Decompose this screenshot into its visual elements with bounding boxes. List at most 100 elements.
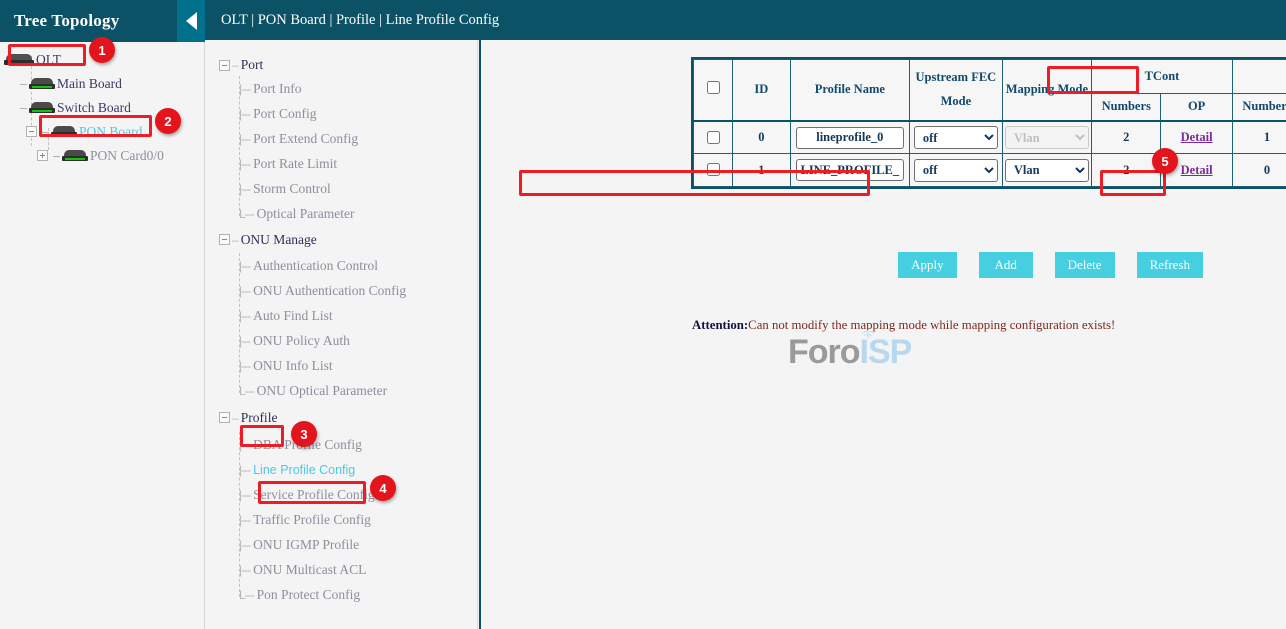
action-button-bar: Apply Add Delete Refresh [691, 252, 1286, 278]
refresh-button[interactable]: Refresh [1137, 252, 1203, 278]
collapse-expander-icon[interactable] [219, 60, 230, 71]
col-header-gem-numbers: Numbers [1232, 94, 1286, 121]
tree-connector: |--- [239, 132, 250, 146]
attention-text: Can not modify the mapping mode while ma… [748, 318, 1115, 332]
collapse-expander-icon[interactable] [219, 412, 230, 423]
nav-item-onu-authentication-config[interactable]: |--- ONU Authentication Config [219, 278, 481, 303]
line-profile-table-wrapper: ID Profile Name Upstream FEC Mode Mappin… [691, 57, 1286, 205]
select-all-checkbox[interactable] [707, 81, 720, 94]
nav-item-line-profile-config[interactable]: |--- Line Profile Config [219, 457, 481, 482]
col-header-upstream-fec-mode: Upstream FEC Mode [910, 60, 1002, 121]
tree-connector: |--- [239, 463, 250, 477]
nav-group-profile[interactable]: – Profile [219, 403, 481, 432]
delete-button[interactable]: Delete [1055, 252, 1115, 278]
cell-fec-mode: off [910, 154, 1002, 187]
add-button[interactable]: Add [979, 252, 1033, 278]
nav-item-label: Optical Parameter [257, 206, 355, 222]
nav-item-onu-igmp-profile[interactable]: |--- ONU IGMP Profile [219, 532, 481, 557]
tree-item-label: PON Card0/0 [90, 148, 164, 164]
tree-connector [20, 108, 27, 109]
board-device-icon [29, 78, 55, 90]
nav-item-pon-protect-config[interactable]: L--- Pon Protect Config [219, 582, 481, 607]
nav-item-port-info[interactable]: |--- Port Info [219, 76, 481, 101]
annotation-badge-4: 4 [370, 475, 396, 501]
sidebar-title-bar: Tree Topology [0, 0, 205, 42]
nav-menu-tree: – Port |--- Port Info |--- Port Config [219, 54, 481, 607]
tree-item-pon-card[interactable]: PON Card0/0 [0, 144, 204, 168]
nav-item-label: Port Rate Limit [253, 156, 337, 172]
table-row: 1 off [694, 154, 1286, 187]
expand-expander-icon[interactable] [37, 150, 48, 161]
nav-item-port-extend-config[interactable]: |--- Port Extend Config [219, 126, 481, 151]
col-header-tcont: TCont [1092, 60, 1233, 94]
nav-item-label: ONU Info List [253, 358, 333, 374]
nav-item-label: ONU Policy Auth [253, 333, 350, 349]
chevron-left-icon [186, 12, 197, 30]
nav-item-label: Traffic Profile Config [253, 512, 371, 528]
nav-item-dba-profile-config[interactable]: |--- DBA Profile Config [219, 432, 481, 457]
nav-group-port[interactable]: – Port [219, 54, 481, 76]
cell-tcont-numbers: 2 [1092, 154, 1161, 187]
content-area: OLT | PON Board | Profile | Line Profile… [205, 0, 1286, 629]
mapping-mode-select[interactable]: Vlan [1005, 159, 1089, 182]
board-device-icon [62, 150, 88, 162]
col-header-id: ID [733, 60, 790, 121]
tree-connector: |--- [239, 513, 250, 527]
tree-item-label: Switch Board [57, 100, 131, 116]
nav-item-onu-policy-auth[interactable]: |--- ONU Policy Auth [219, 328, 481, 353]
tree-connector: |--- [239, 82, 250, 96]
middle-region: – Port |--- Port Info |--- Port Config [205, 40, 1286, 629]
nav-item-onu-info-list[interactable]: |--- ONU Info List [219, 353, 481, 378]
tcont-detail-link[interactable]: Detail [1181, 130, 1213, 144]
row-select-cell [694, 121, 733, 154]
nav-item-label: Port Info [253, 81, 301, 97]
nav-item-label: Line Profile Config [253, 463, 355, 477]
nav-item-onu-multicast-acl[interactable]: |--- ONU Multicast ACL [219, 557, 481, 582]
tree-connector: L--- [239, 588, 254, 602]
table-header-row-1: ID Profile Name Upstream FEC Mode Mappin… [694, 60, 1286, 94]
fec-mode-select[interactable]: off [914, 159, 998, 182]
nav-group-onu-manage[interactable]: – ONU Manage [219, 226, 481, 253]
nav-item-traffic-profile-config[interactable]: |--- Traffic Profile Config [219, 507, 481, 532]
cell-mapping-mode: Vlan [1002, 121, 1091, 154]
nav-item-authentication-control[interactable]: |--- Authentication Control [219, 253, 481, 278]
work-area: ID Profile Name Upstream FEC Mode Mappin… [479, 40, 1286, 629]
table-row: 0 off [694, 121, 1286, 154]
cell-gem-numbers: 1 [1232, 121, 1286, 154]
profile-name-input[interactable] [796, 159, 904, 181]
profile-name-input[interactable] [796, 127, 904, 149]
tcont-detail-link[interactable]: Detail [1181, 163, 1213, 177]
tree-item-main-board[interactable]: Main Board [0, 72, 204, 96]
nav-item-onu-optical-parameter[interactable]: L--- ONU Optical Parameter [219, 378, 481, 403]
nav-item-optical-parameter[interactable]: L--- Optical Parameter [219, 201, 481, 226]
nav-item-port-config[interactable]: |--- Port Config [219, 101, 481, 126]
nav-item-port-rate-limit[interactable]: |--- Port Rate Limit [219, 151, 481, 176]
col-header-mapping-mode: Mapping Mode [1002, 60, 1091, 121]
sidebar-collapse-button[interactable] [177, 0, 205, 42]
nav-item-label: Auto Find List [253, 308, 333, 324]
annotation-badge-5: 5 [1152, 148, 1178, 174]
cell-mapping-mode: Vlan [1002, 154, 1091, 187]
collapse-expander-icon[interactable] [26, 126, 37, 137]
cell-id: 1 [733, 154, 790, 187]
row-select-cell [694, 154, 733, 187]
fec-mode-select[interactable]: off [914, 126, 998, 149]
breadcrumb-bar-fill [1258, 0, 1286, 40]
tree-connector: |--- [239, 182, 250, 196]
breadcrumb-bar: OLT | PON Board | Profile | Line Profile… [205, 0, 1258, 40]
tree-connector: |--- [239, 359, 250, 373]
cell-profile-name [790, 154, 910, 187]
nav-group-label: Port [241, 57, 264, 73]
nav-item-label: Port Extend Config [253, 131, 358, 147]
nav-item-service-profile-config[interactable]: |--- Service Profile Config [219, 482, 481, 507]
nav-item-label: ONU Multicast ACL [253, 562, 366, 578]
nav-item-storm-control[interactable]: |--- Storm Control [219, 176, 481, 201]
collapse-expander-icon[interactable] [219, 234, 230, 245]
row-checkbox[interactable] [707, 131, 720, 144]
nav-item-auto-find-list[interactable]: |--- Auto Find List [219, 303, 481, 328]
row-checkbox[interactable] [707, 163, 720, 176]
apply-button[interactable]: Apply [898, 252, 957, 278]
nav-item-label: Port Config [253, 106, 316, 122]
nav-item-label: ONU Authentication Config [253, 283, 406, 299]
sidebar-title: Tree Topology [0, 11, 119, 31]
